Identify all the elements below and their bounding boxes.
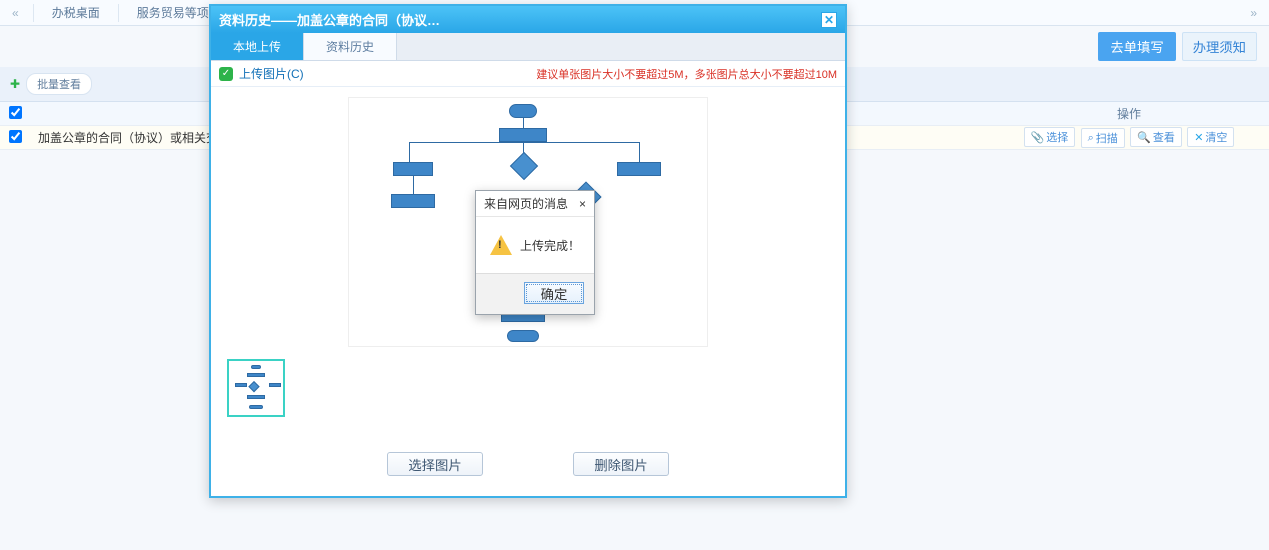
row-checkbox[interactable] <box>9 130 22 143</box>
alert-close-button[interactable]: × <box>579 197 586 211</box>
tab-local-upload[interactable]: 本地上传 <box>211 33 304 60</box>
tab-home[interactable]: 办税桌面 <box>42 0 110 26</box>
upload-link[interactable]: 上传图片(C) <box>239 65 304 82</box>
alert-message: 上传完成！ <box>520 237 580 254</box>
divider <box>118 4 119 22</box>
divider <box>33 4 34 22</box>
alert-ok-button[interactable]: 确定 <box>524 282 584 304</box>
alert-title: 来自网页的消息 <box>484 195 568 212</box>
thumbnail[interactable] <box>227 359 285 417</box>
upload-hint: 建议单张图片大小不要超过5M，多张图片总大小不要超过10M <box>536 66 837 82</box>
alert-body: 上传完成！ <box>476 217 594 273</box>
header-check <box>0 106 30 122</box>
delete-image-button[interactable]: 删除图片 <box>573 452 669 476</box>
close-icon: ✕ <box>1194 131 1203 144</box>
warning-icon <box>490 235 512 255</box>
nav-prev-icon[interactable]: « <box>6 6 25 20</box>
dialog-tabs: 本地上传 资料历史 <box>211 33 845 61</box>
go-fill-button[interactable]: 去单填写 <box>1098 32 1175 61</box>
row-ops: 📎选择 ⌕扫描 🔍查看 ✕清空 <box>989 127 1269 148</box>
dialog-title: 资料历史——加盖公章的合同（协议… <box>219 10 440 29</box>
notice-button[interactable]: 办理须知 <box>1182 32 1257 61</box>
scan-icon: ⌕ <box>1088 132 1094 145</box>
alert-header: 来自网页的消息 × <box>476 191 594 217</box>
dialog-title-bar: 资料历史——加盖公章的合同（协议… ✕ <box>211 6 845 33</box>
choose-image-button[interactable]: 选择图片 <box>387 452 483 476</box>
op-view-button[interactable]: 🔍查看 <box>1130 127 1182 147</box>
header-checkbox[interactable] <box>9 106 22 119</box>
op-scan-button[interactable]: ⌕扫描 <box>1081 128 1125 148</box>
dialog-toolbar: ✓ 上传图片(C) 建议单张图片大小不要超过5M，多张图片总大小不要超过10M <box>211 61 845 87</box>
dialog-footer: 选择图片 删除图片 <box>211 438 845 496</box>
attach-icon: 📎 <box>1031 131 1045 144</box>
thumbnail-strip <box>227 359 829 417</box>
alert-dialog: 来自网页的消息 × 上传完成！ 确定 <box>475 190 595 315</box>
check-icon: ✓ <box>219 67 233 81</box>
nav-next-icon[interactable]: » <box>1244 6 1263 20</box>
header-op: 操作 <box>989 105 1269 122</box>
tab-history[interactable]: 资料历史 <box>304 33 397 60</box>
view-icon: 🔍 <box>1137 131 1151 144</box>
op-select-button[interactable]: 📎选择 <box>1024 127 1076 147</box>
dialog-close-button[interactable]: ✕ <box>821 12 837 28</box>
alert-footer: 确定 <box>476 273 594 314</box>
op-clear-button[interactable]: ✕清空 <box>1187 127 1234 147</box>
plus-icon: ✚ <box>10 77 20 91</box>
top-right-buttons: » <box>1244 6 1263 20</box>
batch-view-pill[interactable]: 批量查看 <box>26 73 92 95</box>
